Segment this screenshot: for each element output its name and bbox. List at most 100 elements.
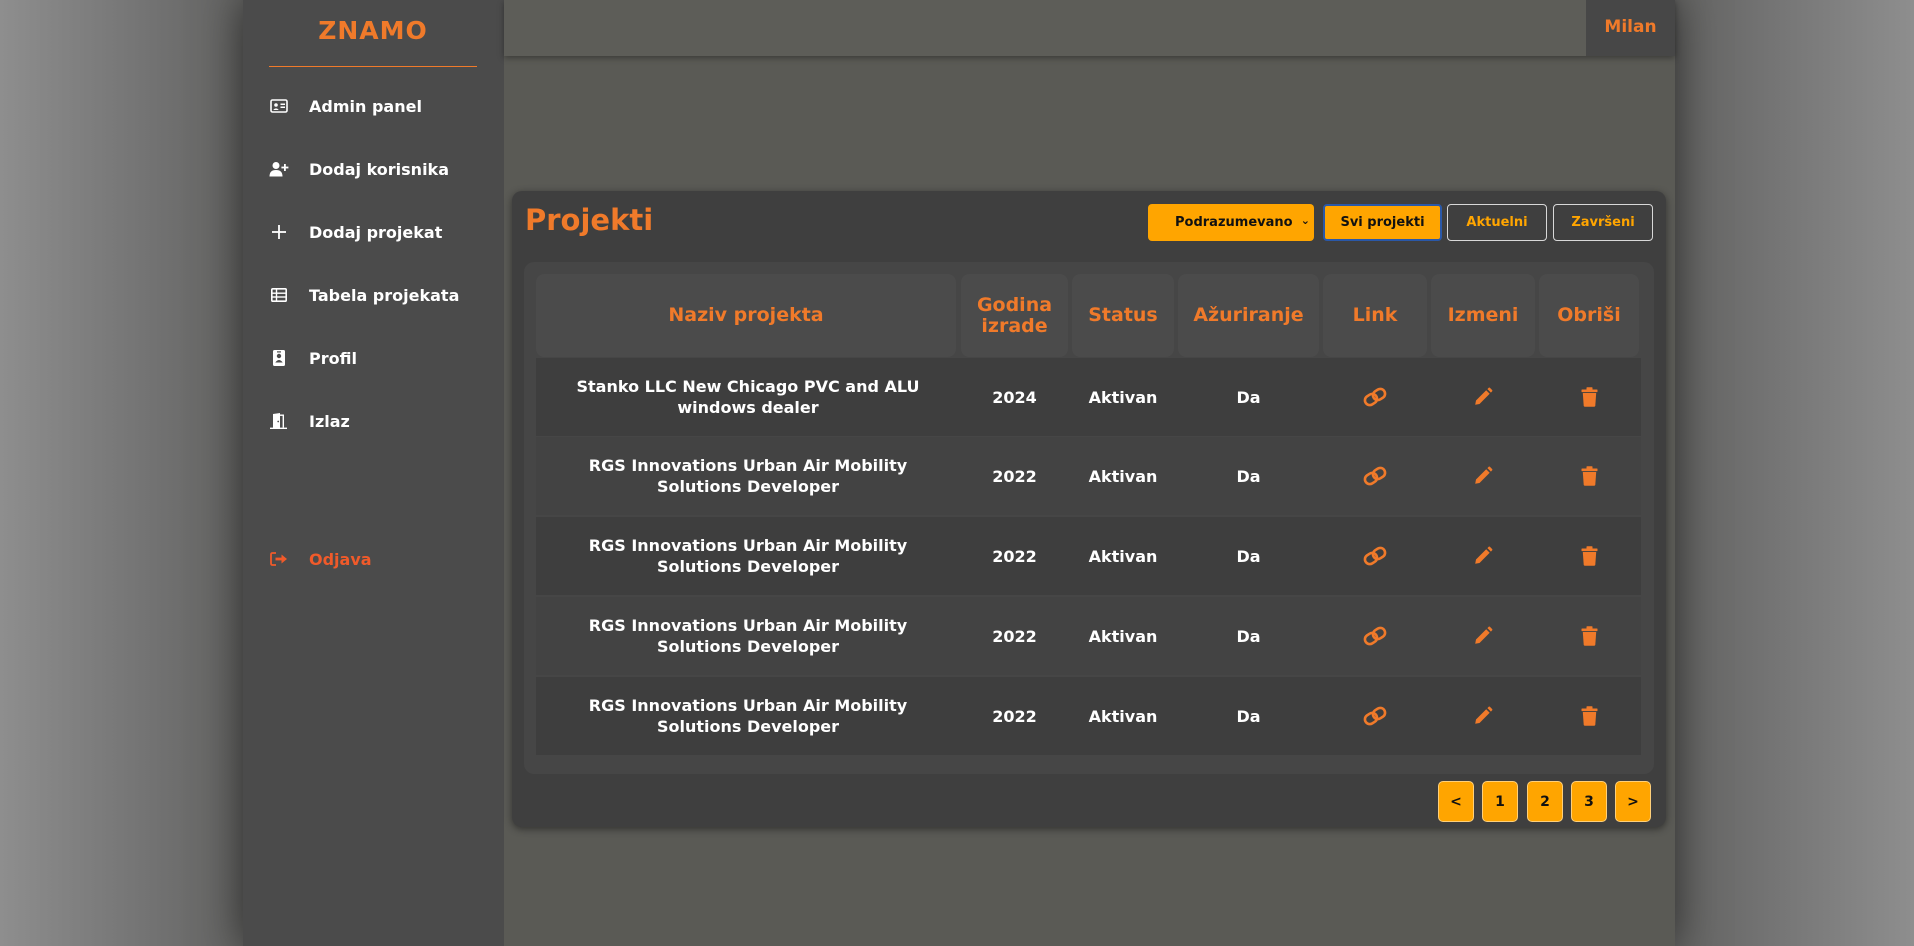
- pencil-icon: [1473, 706, 1493, 726]
- chevron-down-icon: ⌄: [1300, 214, 1310, 227]
- brand-logo[interactable]: ZNAMO: [269, 0, 477, 67]
- link-button[interactable]: [1362, 466, 1388, 486]
- filter-finished-button[interactable]: Završeni: [1553, 204, 1653, 241]
- top-bar: Milan: [504, 0, 1675, 56]
- link-icon: [1362, 626, 1388, 646]
- table-row: Stanko LLC New Chicago PVC and ALU windo…: [536, 358, 1641, 436]
- cell-project-name: RGS Innovations Urban Air Mobility Solut…: [588, 536, 908, 576]
- sidebar-item-label: Dodaj korisnika: [309, 159, 449, 179]
- link-button[interactable]: [1362, 387, 1388, 407]
- link-icon: [1362, 546, 1388, 566]
- cell-delete-button: [1539, 597, 1639, 675]
- cell-update: Da: [1236, 546, 1261, 566]
- edit-button[interactable]: [1473, 387, 1493, 407]
- cell-delete-button: [1539, 437, 1639, 515]
- sidebar-item-dodaj-korisnika[interactable]: Dodaj korisnika: [269, 154, 449, 184]
- sidebar-item-label: Dodaj projekat: [309, 222, 443, 242]
- cell-link-button: [1323, 677, 1427, 755]
- trash-icon: [1581, 466, 1598, 486]
- sort-select-value: Podrazumevano: [1175, 215, 1293, 230]
- cell-link-button: [1323, 597, 1427, 675]
- plus-icon: [269, 222, 289, 242]
- cell-delete-button: [1539, 358, 1639, 436]
- trash-icon: [1581, 546, 1598, 566]
- link-icon: [1362, 706, 1388, 726]
- id-badge-icon: [269, 348, 289, 368]
- column-header-delete: Obriši: [1539, 274, 1639, 357]
- id-card-icon: [269, 96, 289, 116]
- edit-button[interactable]: [1473, 706, 1493, 726]
- user-plus-icon: [269, 159, 289, 179]
- cell-link-button: [1323, 358, 1427, 436]
- delete-button[interactable]: [1581, 466, 1598, 486]
- cell-year: 2022: [992, 466, 1037, 486]
- cell-update: Da: [1236, 706, 1261, 726]
- cell-project-name: RGS Innovations Urban Air Mobility Solut…: [588, 696, 908, 736]
- table-row: RGS Innovations Urban Air Mobility Solut…: [536, 677, 1641, 755]
- sidebar-item-dodaj-projekat[interactable]: Dodaj projekat: [269, 217, 442, 247]
- pencil-icon: [1473, 546, 1493, 566]
- pencil-icon: [1473, 466, 1493, 486]
- sort-select[interactable]: Podrazumevano ⌄: [1148, 204, 1314, 241]
- column-header-year[interactable]: Godina izrade: [961, 274, 1068, 357]
- cell-year: 2022: [992, 626, 1037, 646]
- pagination-prev-button[interactable]: <: [1438, 781, 1474, 822]
- projects-panel: Projekti Podrazumevano ⌄ Svi projekti Ak…: [512, 191, 1666, 827]
- column-header-edit: Izmeni: [1431, 274, 1535, 357]
- sidebar: ZNAMO Admin panel Dodaj korisnika Dodaj …: [243, 0, 504, 946]
- pagination-page-1[interactable]: 1: [1482, 781, 1518, 822]
- sidebar-item-izlaz[interactable]: Izlaz: [269, 406, 350, 436]
- cell-delete-button: [1539, 517, 1639, 595]
- link-icon: [1362, 387, 1388, 407]
- logout-button[interactable]: Odjava: [269, 544, 372, 574]
- user-menu[interactable]: Milan: [1586, 0, 1675, 56]
- cell-year: 2022: [992, 546, 1037, 566]
- delete-button[interactable]: [1581, 706, 1598, 726]
- column-header-update[interactable]: Ažuriranje: [1178, 274, 1319, 357]
- column-header-status[interactable]: Status: [1072, 274, 1174, 357]
- projects-table: Naziv projekta Godina izrade Status Ažur…: [524, 262, 1654, 774]
- trash-icon: [1581, 387, 1598, 407]
- link-button[interactable]: [1362, 626, 1388, 646]
- pencil-icon: [1473, 626, 1493, 646]
- column-header-link: Link: [1323, 274, 1427, 357]
- cell-edit-button: [1431, 517, 1535, 595]
- pagination-page-3[interactable]: 3: [1571, 781, 1607, 822]
- cell-status: Aktivan: [1088, 626, 1158, 646]
- cell-project-name: RGS Innovations Urban Air Mobility Solut…: [588, 456, 908, 496]
- app-window: ZNAMO Admin panel Dodaj korisnika Dodaj …: [243, 0, 1675, 946]
- cell-edit-button: [1431, 677, 1535, 755]
- table-row: RGS Innovations Urban Air Mobility Solut…: [536, 437, 1641, 515]
- delete-button[interactable]: [1581, 387, 1598, 407]
- delete-button[interactable]: [1581, 626, 1598, 646]
- table-row: RGS Innovations Urban Air Mobility Solut…: [536, 517, 1641, 595]
- link-button[interactable]: [1362, 546, 1388, 566]
- cell-status: Aktivan: [1088, 387, 1158, 407]
- table-row: RGS Innovations Urban Air Mobility Solut…: [536, 597, 1641, 675]
- edit-button[interactable]: [1473, 626, 1493, 646]
- cell-link-button: [1323, 437, 1427, 515]
- edit-button[interactable]: [1473, 546, 1493, 566]
- cell-year: 2022: [992, 706, 1037, 726]
- delete-button[interactable]: [1581, 546, 1598, 566]
- pagination-page-2[interactable]: 2: [1527, 781, 1563, 822]
- link-button[interactable]: [1362, 706, 1388, 726]
- edit-button[interactable]: [1473, 466, 1493, 486]
- logout-label: Odjava: [309, 549, 372, 569]
- filter-all-projects-button[interactable]: Svi projekti: [1323, 204, 1442, 241]
- table-list-icon: [269, 285, 289, 305]
- cell-project-name: RGS Innovations Urban Air Mobility Solut…: [588, 616, 908, 656]
- page-title: Projekti: [525, 203, 654, 237]
- cell-edit-button: [1431, 437, 1535, 515]
- sidebar-item-tabela-projekata[interactable]: Tabela projekata: [269, 280, 459, 310]
- sidebar-item-label: Admin panel: [309, 96, 422, 116]
- sidebar-item-label: Tabela projekata: [309, 285, 460, 305]
- sidebar-item-profil[interactable]: Profil: [269, 343, 357, 373]
- cell-status: Aktivan: [1088, 706, 1158, 726]
- column-header-name[interactable]: Naziv projekta: [536, 274, 956, 357]
- sidebar-item-admin-panel[interactable]: Admin panel: [269, 91, 422, 121]
- sidebar-item-label: Izlaz: [309, 411, 350, 431]
- filter-current-button[interactable]: Aktuelni: [1447, 204, 1547, 241]
- cell-update: Da: [1236, 466, 1261, 486]
- pagination-next-button[interactable]: >: [1615, 781, 1651, 822]
